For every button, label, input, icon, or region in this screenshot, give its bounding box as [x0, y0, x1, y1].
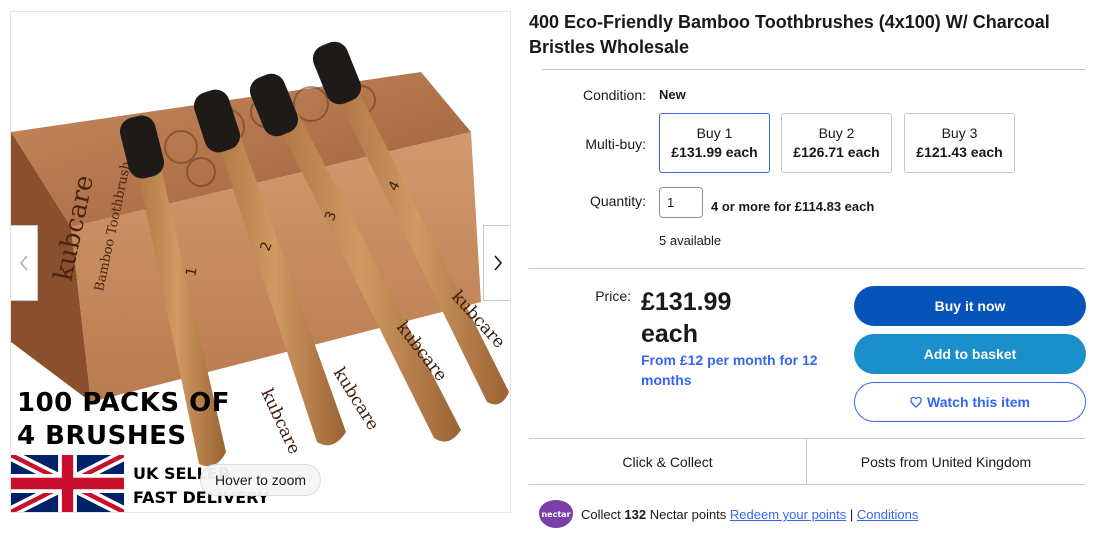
nectar-points-count: 132 [624, 507, 647, 522]
click-and-collect: Click & Collect [622, 454, 713, 470]
buy-it-now-button[interactable]: Buy it now [854, 286, 1086, 326]
multibuy-option-price: £121.43 each [916, 144, 1003, 160]
bulk-discount-note: 4 or more for £114.83 each [711, 199, 875, 214]
quantity-input[interactable] [659, 187, 703, 218]
watch-item-button[interactable]: Watch this item [854, 382, 1086, 422]
nectar-collect-suffix: Nectar points [649, 507, 727, 522]
multibuy-option-buy-3[interactable]: Buy 3 £121.43 each [904, 113, 1015, 173]
quantity-label: Quantity: [589, 193, 646, 209]
previous-image-button[interactable] [11, 225, 38, 301]
redeem-points-link[interactable]: Redeem your points [730, 507, 846, 522]
nectar-conditions-link[interactable]: Conditions [857, 507, 918, 522]
nectar-separator: | [849, 507, 854, 522]
delivery-top-divider [529, 438, 1085, 439]
chevron-left-icon [19, 255, 28, 271]
heart-icon [910, 396, 922, 408]
watch-item-label: Watch this item [927, 394, 1030, 410]
next-image-button[interactable] [483, 225, 510, 301]
multibuy-option-qty: Buy 2 [818, 125, 855, 141]
condition-label: Condition: [582, 87, 646, 103]
brush-brand-1: kubcare [256, 386, 304, 458]
promo-line-2: 4 BRUSHES [17, 421, 187, 451]
listing-title: 400 Eco-Friendly Bamboo Toothbrushes (4x… [529, 12, 1050, 57]
union-jack-flag-icon [11, 455, 124, 512]
quantity-divider [529, 268, 1085, 269]
multibuy-option-qty: Buy 1 [696, 125, 733, 141]
price-label: Price: [595, 288, 631, 304]
finance-offer-link[interactable]: From £12 per month for 12 months [641, 350, 841, 390]
available-count: 5 available [659, 233, 722, 248]
multibuy-label: Multi-buy: [585, 136, 646, 152]
nectar-collect-prefix: Collect [581, 507, 621, 522]
nectar-points-line: Collect 132 Nectar points Redeem your po… [581, 507, 918, 522]
product-image-gallery[interactable]: kubcare Bamboo Toothbrush 1 kubcare 2 ku… [10, 11, 511, 513]
add-to-basket-button[interactable]: Add to basket [854, 334, 1086, 374]
price-unit: each [641, 320, 698, 348]
multibuy-option-price: £131.99 each [671, 144, 758, 160]
multibuy-option-buy-2[interactable]: Buy 2 £126.71 each [781, 113, 892, 173]
delivery-bottom-divider [529, 484, 1085, 485]
condition-value: New [659, 87, 686, 102]
multibuy-option-qty: Buy 3 [941, 125, 978, 141]
nectar-logo-icon: nectar [539, 500, 573, 528]
hover-to-zoom-hint: Hover to zoom [200, 464, 322, 496]
multibuy-option-buy-1[interactable]: Buy 1 £131.99 each [659, 113, 770, 173]
posts-from: Posts from United Kingdom [860, 454, 1032, 470]
chevron-right-icon [493, 255, 502, 271]
promo-line-1: 100 PACKS OF [17, 388, 230, 418]
multibuy-option-price: £126.71 each [793, 144, 880, 160]
nectar-logo-text: nectar [541, 510, 570, 519]
title-divider [542, 69, 1085, 70]
price-amount: £131.99 [641, 288, 732, 316]
